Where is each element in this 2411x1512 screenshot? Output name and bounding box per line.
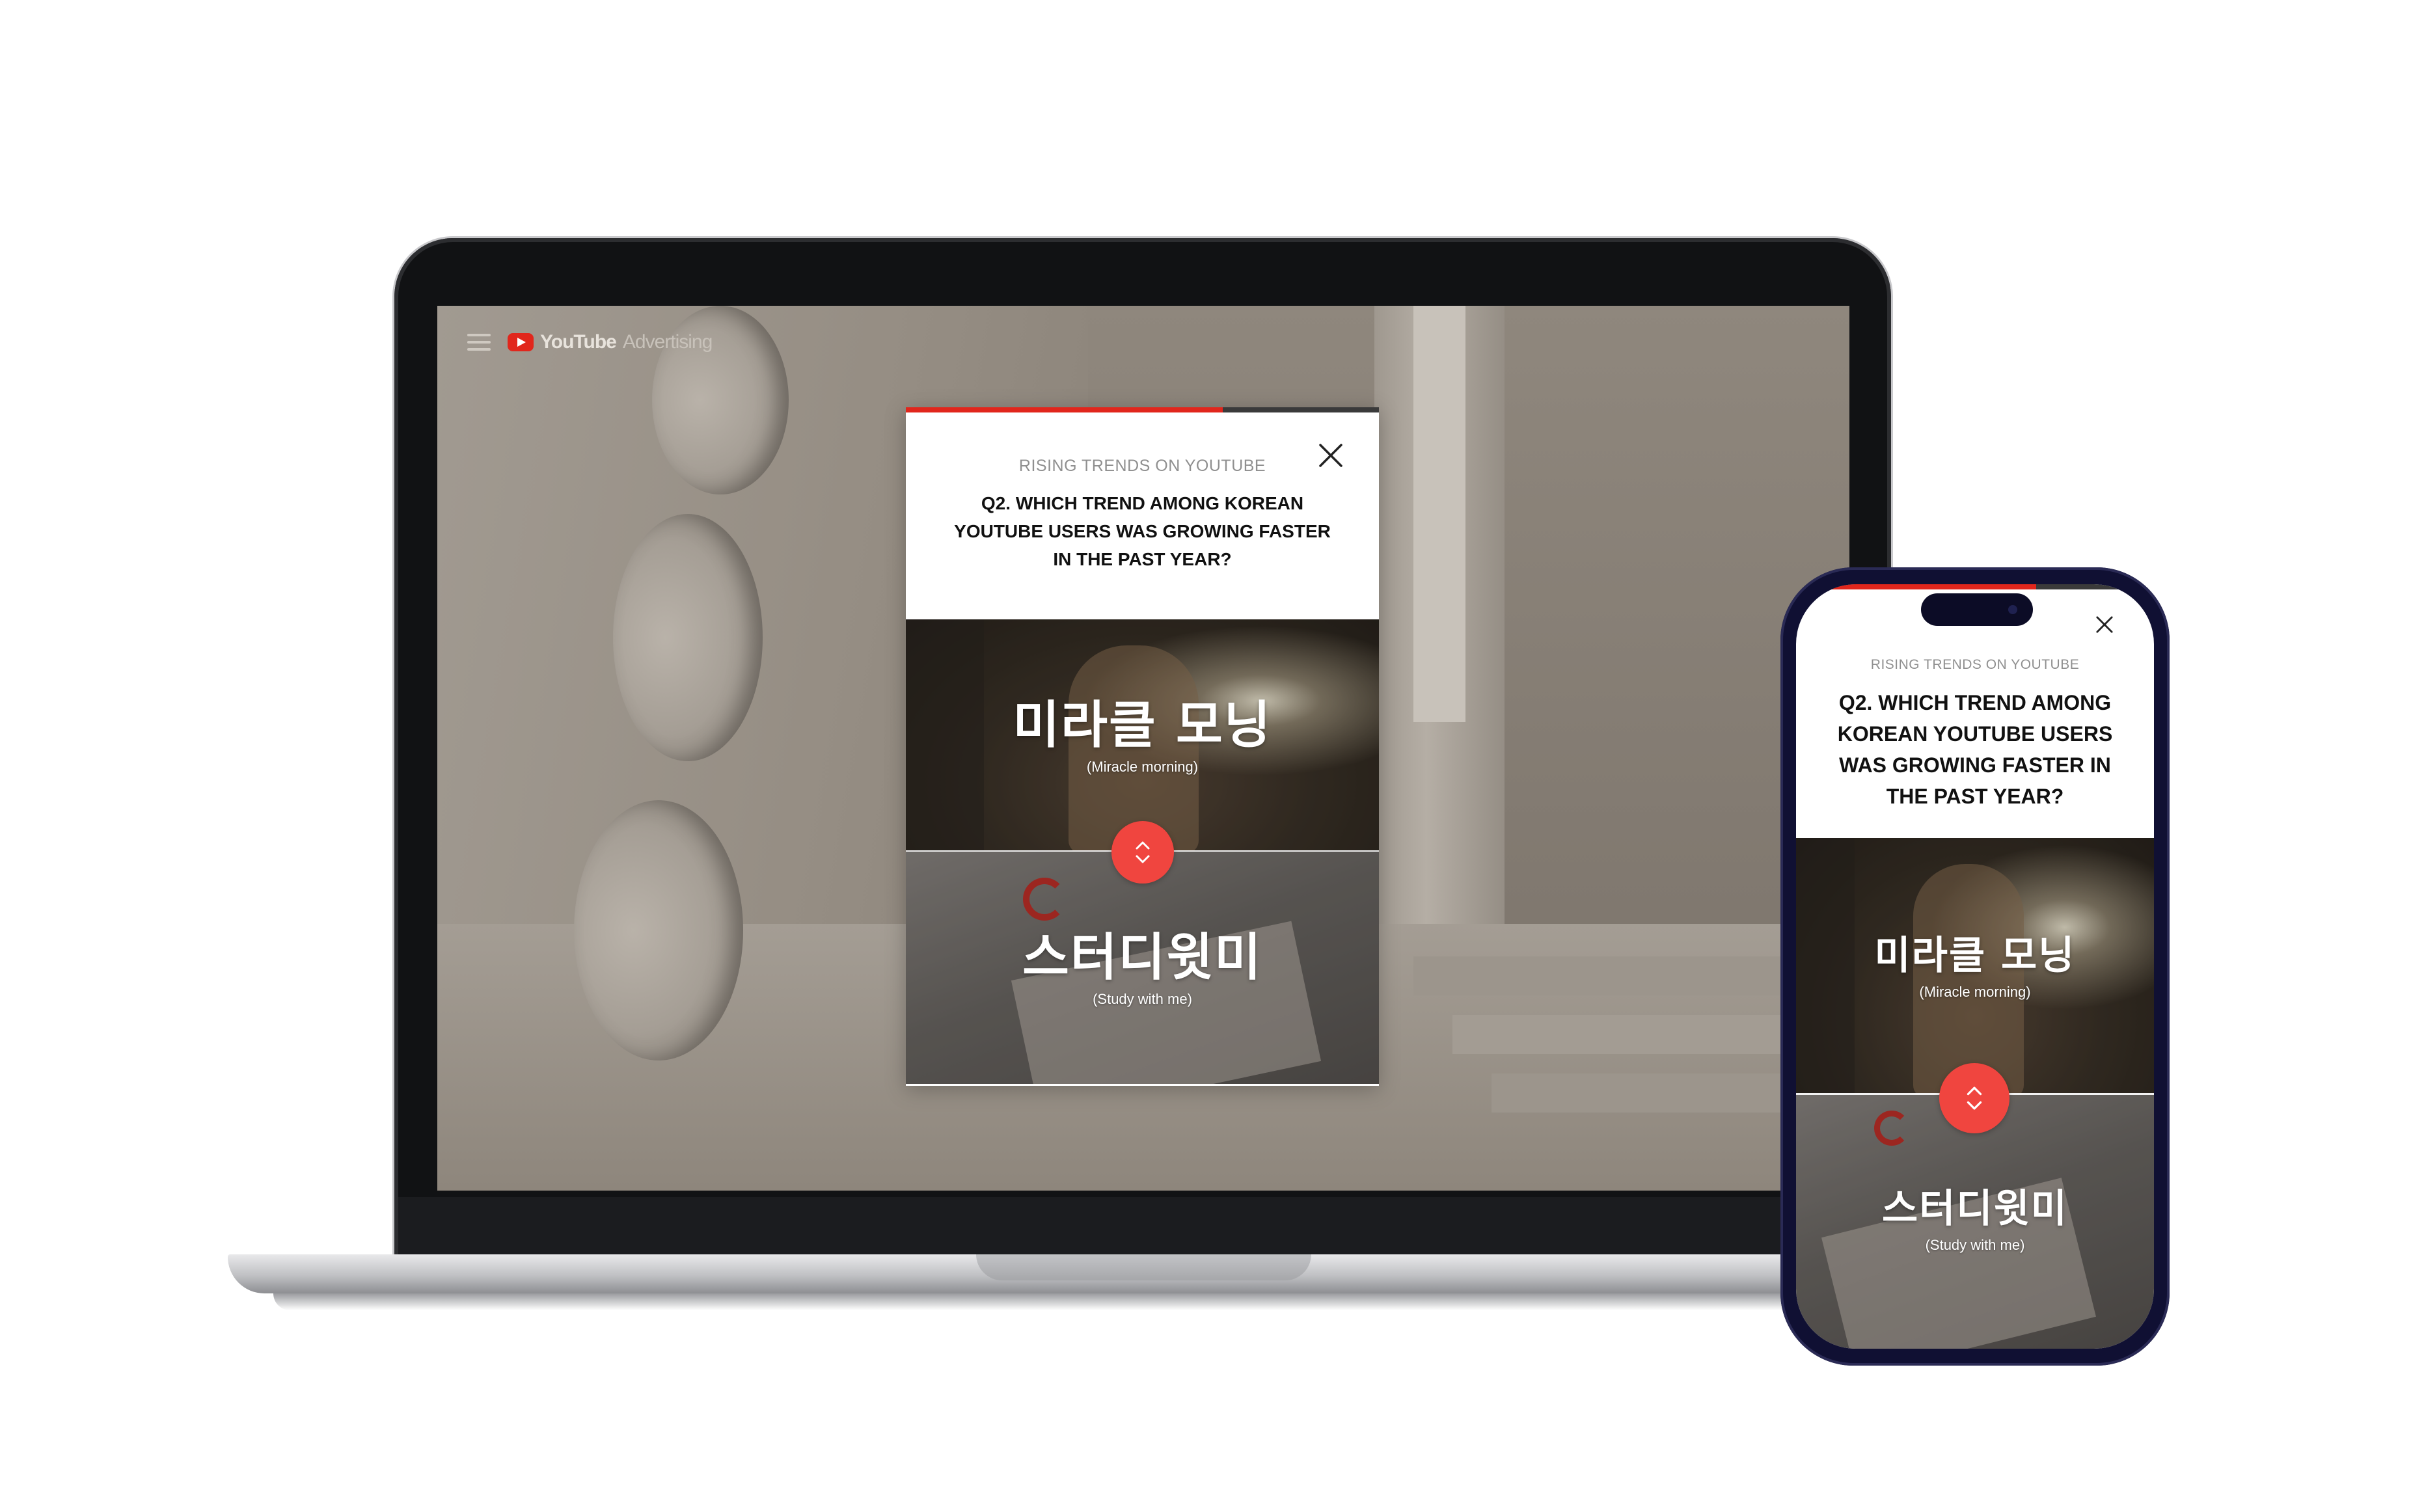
quiz-card: RISING TRENDS ON YOUTUBE Q2. WHICH TREND…	[906, 407, 1379, 1086]
option-miracle-morning[interactable]: 미라클 모닝 (Miracle morning)	[1796, 838, 2154, 1093]
option-subtitle: (Miracle morning)	[1086, 759, 1199, 775]
background-window	[1413, 306, 1465, 722]
option-subtitle: (Study with me)	[1093, 991, 1192, 1007]
swap-options-button[interactable]	[1111, 821, 1174, 884]
option-title: 스터디윗미	[1022, 928, 1262, 987]
site-header: YouTube Advertising	[467, 323, 713, 362]
swap-vertical-icon	[1136, 841, 1150, 863]
swap-vertical-icon	[1967, 1087, 1982, 1110]
laptop-opening-notch	[976, 1254, 1311, 1280]
option-miracle-morning[interactable]: 미라클 모닝 (Miracle morning)	[906, 619, 1379, 852]
progress-bar	[1796, 584, 2036, 589]
option-title: 미라클 모닝	[1013, 696, 1272, 755]
option-title: 미라클 모닝	[1874, 933, 2076, 979]
logo-brand: YouTube	[540, 331, 617, 353]
phone-screen: RISING TRENDS ON YOUTUBE Q2. WHICH TREND…	[1796, 584, 2154, 1349]
progress-bar	[906, 407, 1223, 412]
option-title: 스터디윗미	[1882, 1186, 2068, 1232]
quiz-kicker: RISING TRENDS ON YOUTUBE	[1870, 657, 2080, 672]
wall-porthole	[613, 514, 763, 761]
youtube-advertising-logo[interactable]: YouTube Advertising	[508, 331, 713, 353]
camera-icon	[2008, 605, 2017, 614]
wall-porthole	[574, 800, 743, 1060]
quiz-question: Q2. WHICH TREND AMONG KOREAN YOUTUBE USE…	[1837, 691, 2113, 808]
hamburger-icon[interactable]	[467, 334, 491, 351]
swap-options-button[interactable]	[1939, 1063, 2009, 1133]
logo-suffix: Advertising	[622, 331, 713, 353]
quiz-question: Q2. WHICH TREND AMONG KOREAN YOUTUBE USE…	[954, 493, 1331, 569]
option-subtitle: (Study with me)	[1925, 1237, 2025, 1253]
laptop-chin	[398, 1197, 1887, 1256]
youtube-play-icon	[508, 333, 534, 351]
option-subtitle: (Miracle morning)	[1919, 984, 2031, 1000]
quiz-kicker: RISING TRENDS ON YOUTUBE	[1018, 457, 1266, 475]
option-study-with-me[interactable]: 스터디윗미 (Study with me)	[906, 852, 1379, 1084]
dynamic-island	[1921, 593, 2033, 626]
laptop-base-shadow	[273, 1293, 2004, 1310]
close-icon[interactable]	[2095, 615, 2114, 634]
